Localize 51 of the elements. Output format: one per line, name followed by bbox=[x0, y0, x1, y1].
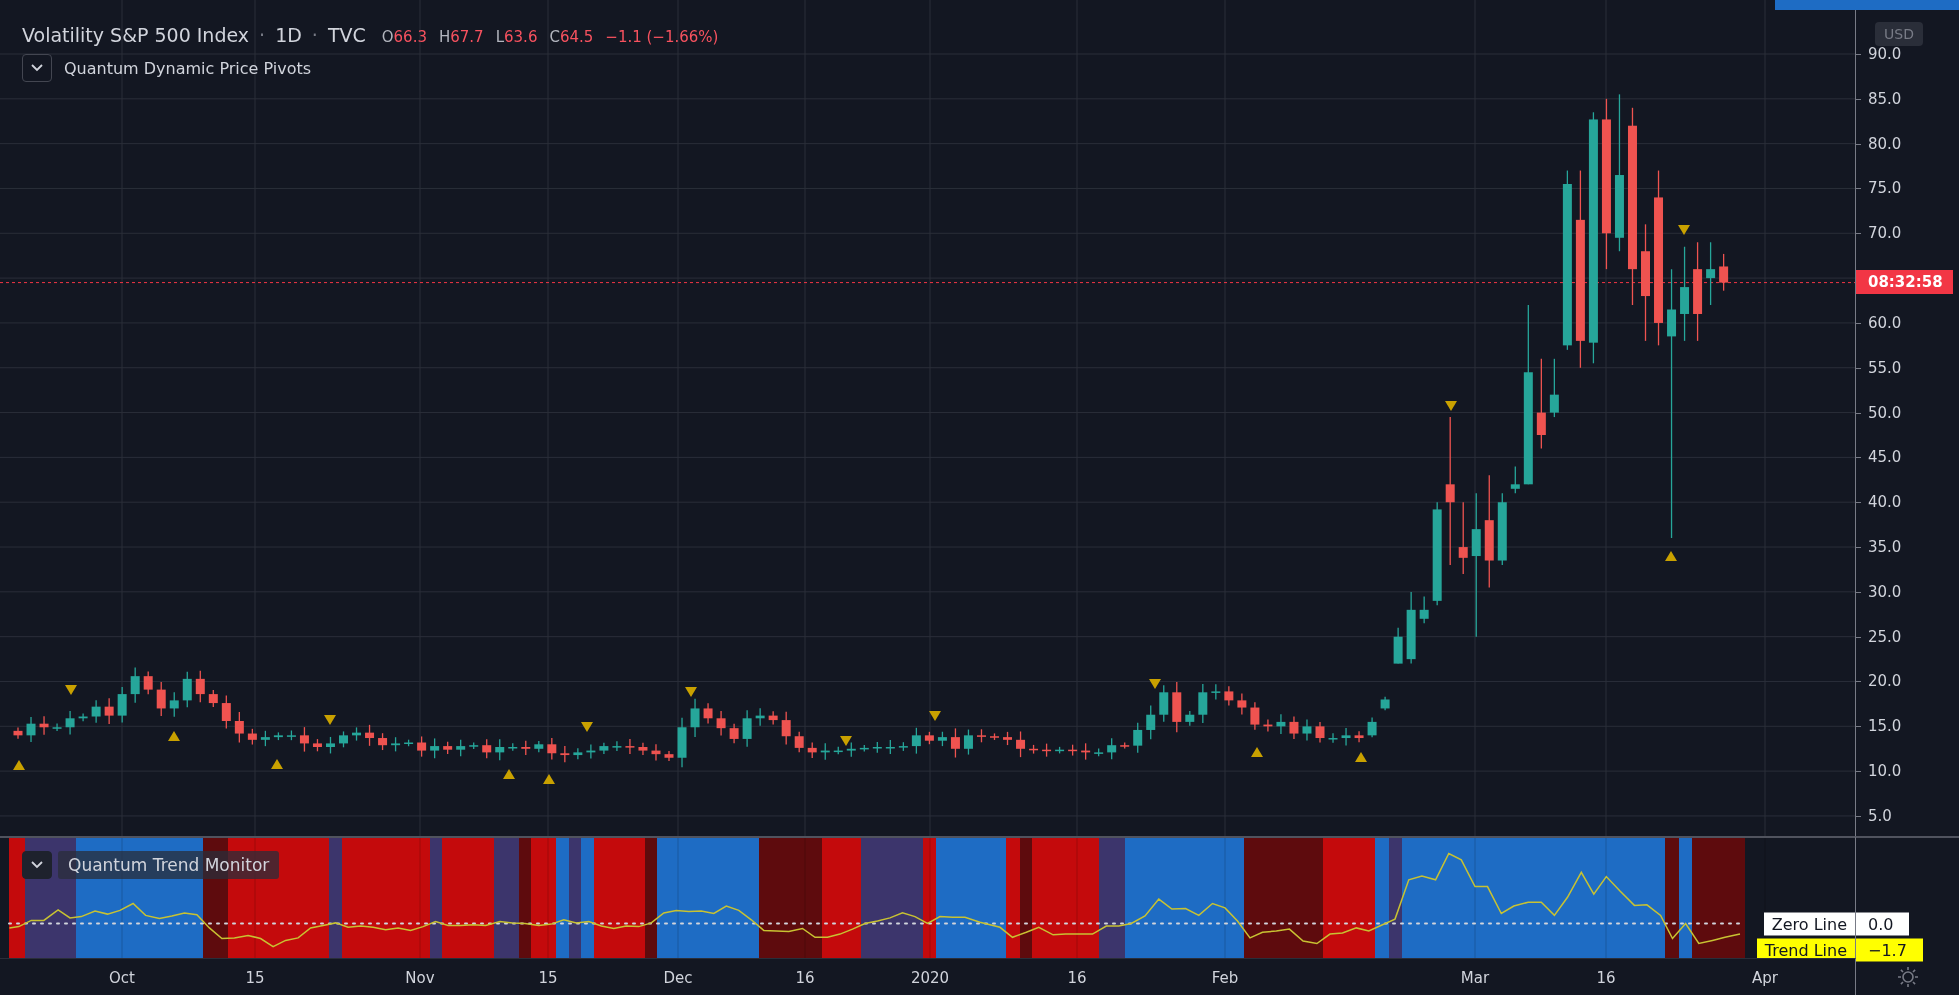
ohlc-label: H bbox=[439, 28, 451, 46]
countdown-label: 08:32:58 bbox=[1856, 270, 1953, 294]
separator-dot: · bbox=[311, 24, 318, 46]
time-label: Oct bbox=[109, 969, 135, 987]
ohlc-label: L bbox=[495, 28, 505, 46]
time-label: 16 bbox=[1067, 969, 1087, 987]
axis-label: 80.0 bbox=[1868, 134, 1902, 153]
ohlc-value: 66.3 bbox=[393, 28, 427, 46]
time-label: 16 bbox=[1596, 969, 1616, 987]
line-value: −1.7 bbox=[1856, 938, 1923, 962]
interval-label: 1D bbox=[275, 24, 302, 46]
axis-label: 15.0 bbox=[1868, 717, 1902, 736]
time-label: Dec bbox=[663, 969, 693, 987]
line-label: Zero Line bbox=[1763, 912, 1855, 935]
ohlc-value: 63.6 bbox=[504, 28, 538, 46]
axis-label: 60.0 bbox=[1868, 313, 1902, 332]
time-label: Feb bbox=[1211, 969, 1239, 987]
ohlc-label: O bbox=[381, 28, 394, 46]
ohlc-label: C bbox=[549, 28, 560, 46]
axis-label: 20.0 bbox=[1868, 672, 1902, 691]
axis-label: 40.0 bbox=[1868, 493, 1902, 512]
separator-dot: · bbox=[259, 24, 266, 46]
exchange-label: TVC bbox=[327, 24, 366, 46]
axis-label: 50.0 bbox=[1868, 403, 1902, 422]
ohlc-value: 67.7 bbox=[450, 28, 484, 46]
line-label: Trend Line bbox=[1756, 938, 1855, 958]
time-label: Apr bbox=[1752, 969, 1778, 987]
time-label: 2020 bbox=[910, 969, 950, 987]
time-label: Nov bbox=[405, 969, 435, 987]
axis-label: 5.0 bbox=[1868, 806, 1892, 825]
axis-label: 90.0 bbox=[1868, 45, 1902, 63]
axis-label: 30.0 bbox=[1868, 582, 1902, 601]
ohlc-value: 64.5 bbox=[559, 28, 594, 46]
time-label: 15 bbox=[538, 969, 558, 987]
axis-label: 25.0 bbox=[1868, 627, 1902, 646]
axis-label: 35.0 bbox=[1868, 538, 1902, 556]
line-value: 0.0 bbox=[1856, 912, 1910, 935]
time-label: Mar bbox=[1460, 969, 1490, 987]
indicator-name: Quantum Dynamic Price Pivots bbox=[64, 58, 312, 78]
axis-label: 75.0 bbox=[1868, 179, 1902, 198]
time-label: 16 bbox=[795, 969, 815, 987]
axis-label: 85.0 bbox=[1868, 89, 1902, 108]
axis-label: 10.0 bbox=[1868, 762, 1902, 781]
axis-label: 45.0 bbox=[1868, 448, 1902, 467]
currency-label: USD bbox=[1875, 22, 1923, 46]
symbol-title: Volatility S&P 500 Index bbox=[22, 24, 250, 46]
axis-label: 70.0 bbox=[1868, 224, 1902, 243]
price-change: −1.1 (−1.66%) bbox=[605, 28, 719, 46]
time-label: 15 bbox=[245, 969, 265, 987]
axis-label: 55.0 bbox=[1868, 358, 1902, 377]
indicator-name: Quantum Trend Monitor bbox=[58, 851, 280, 879]
